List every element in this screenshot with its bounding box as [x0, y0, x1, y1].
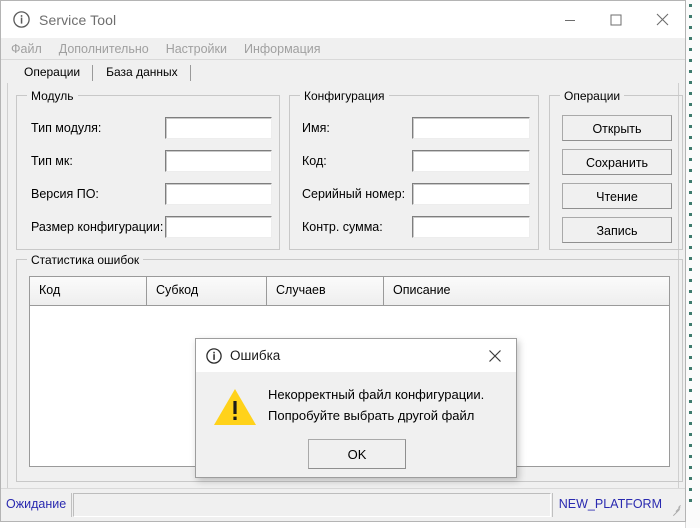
column-header-occurrences[interactable]: Случаев [267, 277, 384, 305]
input-config-size[interactable] [165, 216, 272, 238]
status-platform: NEW_PLATFORM [551, 493, 666, 517]
dialog-message-line-1: Некорректный файл конфигурации. [268, 387, 485, 402]
group-error-statistics-title: Статистика ошибок [27, 253, 144, 267]
field-row-checksum: Контр. сумма: [302, 215, 530, 239]
tab-strip: Операции База данных [1, 60, 685, 83]
status-message [73, 493, 551, 517]
column-header-description[interactable]: Описание [384, 277, 669, 305]
label-mcu-type: Тип мк: [31, 154, 73, 168]
input-config-code[interactable] [412, 150, 530, 172]
dialog-title: Ошибка [230, 348, 281, 363]
field-row-config-size: Размер конфигурации: [31, 215, 272, 239]
write-button[interactable]: Запись [562, 217, 672, 243]
field-row-serial-number: Серийный номер: [302, 182, 530, 206]
menu-item-info[interactable]: Информация [242, 41, 323, 57]
dialog-message: Некорректный файл конфигурации. Попробуй… [268, 384, 506, 426]
column-header-code[interactable]: Код [30, 277, 147, 305]
column-header-subcode[interactable]: Субкод [147, 277, 267, 305]
maximize-icon [610, 14, 622, 25]
menu-item-advanced[interactable]: Дополнительно [57, 41, 151, 57]
resize-grip-icon[interactable] [667, 494, 681, 517]
label-checksum: Контр. сумма: [302, 220, 383, 234]
open-button[interactable]: Открыть [562, 115, 672, 141]
close-button[interactable] [639, 1, 685, 38]
minimize-icon [565, 19, 575, 21]
clipped-background-strip [685, 0, 700, 528]
tab-database[interactable]: База данных [93, 62, 192, 83]
info-circle-icon [13, 11, 30, 28]
close-icon [656, 13, 668, 26]
save-button[interactable]: Сохранить [562, 149, 672, 175]
group-module: Модуль Тип модуля: Тип мк: Версия ПО: Ра… [16, 89, 280, 250]
field-row-software-version: Версия ПО: [31, 182, 272, 206]
field-row-mcu-type: Тип мк: [31, 149, 272, 173]
menu-item-settings[interactable]: Настройки [164, 41, 229, 57]
label-software-version: Версия ПО: [31, 187, 99, 201]
label-config-name: Имя: [302, 121, 330, 135]
menu-item-file[interactable]: Файл [9, 41, 44, 57]
input-mcu-type[interactable] [165, 150, 272, 172]
info-circle-icon [206, 347, 222, 364]
field-row-config-name: Имя: [302, 116, 530, 140]
status-bar: Ожидание NEW_PLATFORM [1, 488, 685, 521]
input-serial-number[interactable] [412, 183, 530, 205]
group-configuration-title: Конфигурация [300, 89, 389, 103]
maximize-button[interactable] [593, 1, 639, 38]
tab-operations[interactable]: Операции [11, 62, 94, 83]
warning-triangle-icon [214, 389, 256, 425]
title-bar: Service Tool [1, 1, 685, 38]
status-state: Ожидание [4, 493, 73, 517]
group-operations-title: Операции [560, 89, 625, 103]
menu-bar: Файл Дополнительно Настройки Информация [1, 38, 685, 60]
error-dialog: Ошибка Некорректный файл конфигурации. П… [195, 338, 517, 478]
field-row-config-code: Код: [302, 149, 530, 173]
group-module-title: Модуль [27, 89, 78, 103]
label-serial-number: Серийный номер: [302, 187, 406, 201]
dialog-title-bar: Ошибка [196, 339, 516, 372]
window-title: Service Tool [39, 11, 117, 28]
group-configuration: Конфигурация Имя: Код: Серийный номер: К… [289, 89, 539, 250]
group-operations: Операции Открыть Сохранить Чтение Запись [549, 89, 683, 250]
window-controls [547, 1, 685, 38]
label-module-type: Тип модуля: [31, 121, 102, 135]
input-software-version[interactable] [165, 183, 272, 205]
input-config-name[interactable] [412, 117, 530, 139]
input-checksum[interactable] [412, 216, 530, 238]
ok-button[interactable]: OK [308, 439, 406, 469]
label-config-size: Размер конфигурации: [31, 220, 164, 234]
read-button[interactable]: Чтение [562, 183, 672, 209]
dialog-close-button[interactable] [474, 339, 516, 372]
input-module-type[interactable] [165, 117, 272, 139]
table-header-row: Код Субкод Случаев Описание [30, 277, 669, 306]
field-row-module-type: Тип модуля: [31, 116, 272, 140]
dialog-body: Некорректный файл конфигурации. Попробуй… [196, 372, 516, 479]
close-icon [489, 349, 501, 362]
dialog-message-line-2: Попробуйте выбрать другой файл [268, 408, 475, 423]
label-config-code: Код: [302, 154, 327, 168]
minimize-button[interactable] [547, 1, 593, 38]
